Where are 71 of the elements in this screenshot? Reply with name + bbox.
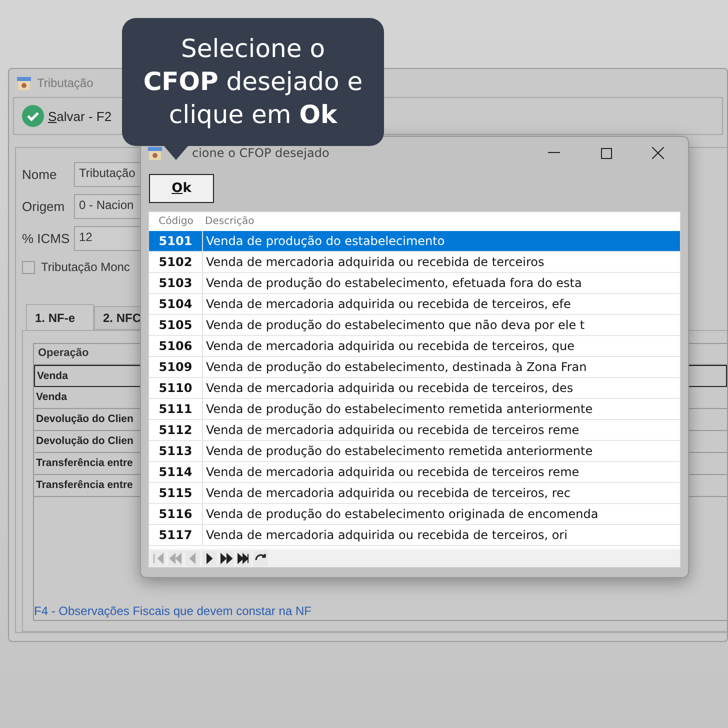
description-cell-text: Venda de mercadoria adquirida ou recebida de terceiros, ori — [205, 528, 568, 542]
code-cell: 5115 — [149, 483, 203, 503]
checkbox[interactable] — [22, 260, 35, 274]
observations-link[interactable]: F4 - Observações Fiscais que devem constar na NF — [34, 602, 727, 620]
description-cell-text: Venda de mercadoria adquirida ou recebida de terceiros, efe — [205, 297, 571, 311]
field-label: % ICMS — [22, 230, 71, 246]
code-cell: 5112 — [149, 420, 203, 440]
code-cell: 5111 — [149, 399, 203, 419]
grid-row[interactable]: 5113 Venda de produção do estabelecimento remetida anteriormente — [149, 441, 680, 462]
check-icon — [22, 105, 44, 127]
field-label: Nome — [22, 166, 58, 182]
grid-row[interactable]: 5116 Venda de produção do estabelecimento originada de encomenda — [149, 504, 680, 525]
last-page-icon — [236, 550, 251, 566]
grid-row[interactable]: 5117 Venda de mercadoria adquirida ou recebida de terceiros, ori — [149, 525, 680, 546]
maximize-icon — [600, 148, 612, 158]
checkbox-label: Tributação Monc — [41, 260, 130, 274]
last-page-button[interactable] — [236, 550, 251, 566]
code-cell: 5117 — [149, 525, 203, 545]
refresh-button[interactable] — [253, 550, 268, 566]
code-cell: 5114 — [149, 462, 203, 482]
code-cell: 5113 — [149, 441, 203, 461]
grid-row[interactable]: 5109 Venda de produção do estabelecimento, destinada à Zona Fran — [149, 357, 680, 378]
description-cell-text: Venda de mercadoria adquirida ou recebida de terceiros — [205, 255, 544, 269]
code-cell: 5105 — [149, 315, 203, 335]
tab[interactable]: 1. NF-e — [26, 304, 94, 330]
grid-row[interactable]: 5102 Venda de mercadoria adquirida ou recebida de terceiros — [149, 252, 680, 273]
code-cell: 5104 — [149, 294, 203, 314]
store-icon — [17, 76, 31, 90]
description-cell-text: Venda de mercadoria adquirida ou recebida de terceiros, rec — [205, 486, 570, 500]
tooltip-text: Selecione o CFOP desejado e clique em Ok — [143, 34, 363, 129]
description-cell-text: Venda de produção do estabelecimento, efetuada fora do esta — [205, 276, 582, 290]
code-cell: 5103 — [149, 273, 203, 293]
grid-row[interactable]: 5106 Venda de mercadoria adquirida ou recebida de terceiros, que — [149, 336, 680, 357]
dialog-title: cione o CFOP desejado — [192, 146, 330, 160]
store-icon — [148, 146, 162, 160]
rewind-icon — [168, 550, 183, 566]
minimize-icon — [548, 152, 560, 154]
next-button[interactable] — [202, 550, 217, 566]
code-cell: 5109 — [149, 357, 203, 377]
code-cell: 5110 — [149, 378, 203, 398]
description-cell-text: Venda de mercadoria adquirida ou recebida de terceiros reme — [205, 423, 580, 437]
window-title: Tributação — [37, 76, 94, 90]
grid-row[interactable]: 5105 Venda de produção do estabelecimento que não deva por ele t — [149, 315, 680, 336]
grid-row[interactable]: 5103 Venda de produção do estabelecimento, efetuada fora do esta — [149, 273, 680, 294]
grid-row[interactable]: 5114 Venda de mercadoria adquirida ou recebida de terceiros reme — [149, 462, 680, 483]
grid-row[interactable]: 5115 Venda de mercadoria adquirida ou recebida de terceiros, rec — [149, 483, 680, 504]
grid-row[interactable]: 5112 Venda de mercadoria adquirida ou recebida de terceiros reme — [149, 420, 680, 441]
description-cell-text: Venda de mercadoria adquirida ou recebida de terceiros, des — [205, 381, 574, 395]
field-label: Origem — [22, 198, 66, 214]
close-icon — [652, 147, 664, 159]
fast-forward-button[interactable] — [219, 550, 234, 566]
column-header: Descrição — [204, 216, 254, 227]
description-cell-text: Venda de produção do estabelecimento que não deva por ele t — [205, 318, 585, 332]
save-button[interactable]: Salvar - F2 — [20, 103, 114, 129]
column-header: Código — [158, 216, 194, 227]
code-cell: 5116 — [149, 504, 203, 524]
first-page-icon — [151, 550, 166, 566]
description-cell-text: Venda de produção do estabelecimento originada de encomenda — [205, 507, 598, 521]
description-cell-text: Venda de mercadoria adquirida ou recebida de terceiros reme — [205, 465, 580, 479]
ok-button[interactable]: Ok — [149, 174, 214, 203]
description-cell-text: Venda de produção do estabelecimento — [205, 234, 445, 248]
code-cell: 5101 — [149, 231, 203, 251]
description-cell-text: Venda de produção do estabelecimento remetida anteriormente — [205, 402, 593, 416]
description-cell-text: Venda de produção do estabelecimento remetida anteriormente — [205, 444, 593, 458]
code-cell: 5102 — [149, 252, 203, 272]
grid-row[interactable]: 5104 Venda de mercadoria adquirida ou recebida de terceiros, efe — [149, 294, 680, 315]
fast-forward-icon — [219, 550, 234, 566]
code-cell: 5106 — [149, 336, 203, 356]
grid-row[interactable]: 5101 Venda de produção do estabelecimento — [149, 231, 680, 252]
grid-row[interactable]: 5110 Venda de mercadoria adquirida ou recebida de terceiros, des — [149, 378, 680, 399]
grid-row[interactable]: 5111 Venda de produção do estabelecimento remetida anteriormente — [149, 399, 680, 420]
